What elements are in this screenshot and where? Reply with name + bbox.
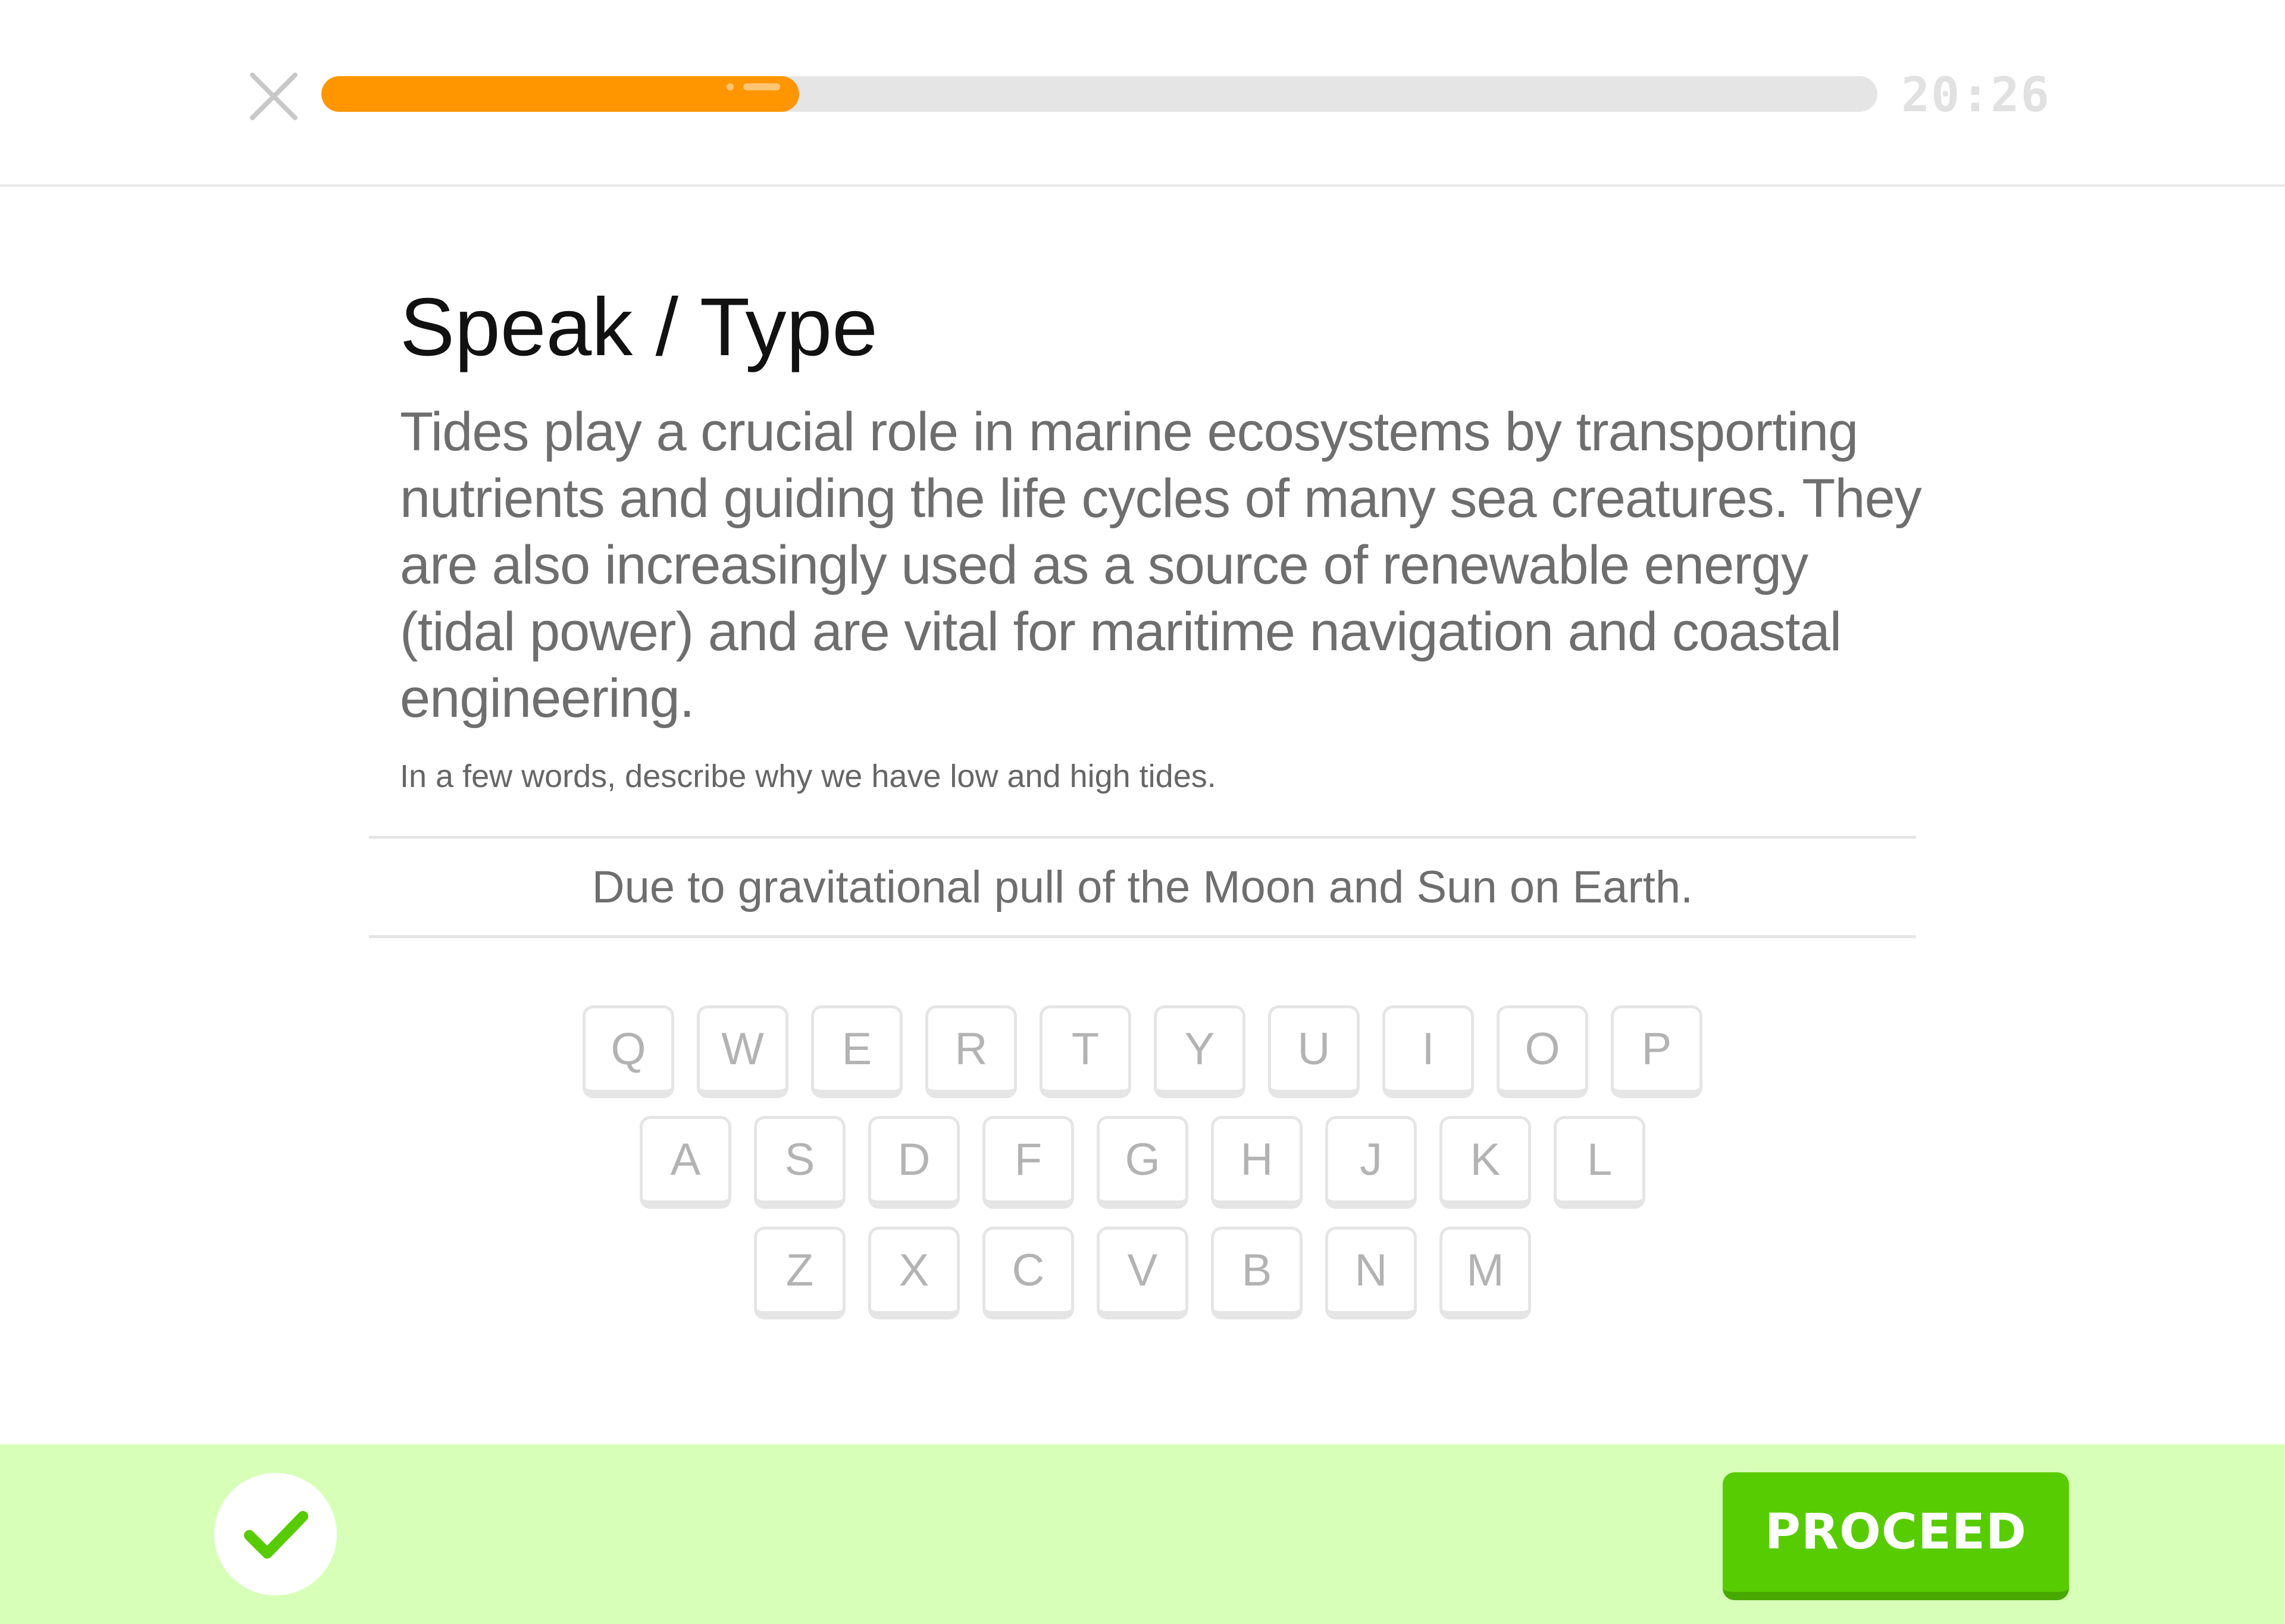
exercise-title: Speak / Type [400, 281, 878, 373]
feedback-footer: PROCEED [0, 1444, 2285, 1624]
question-prompt: In a few words, describe why we have low… [400, 758, 1216, 794]
key-x[interactable]: X [868, 1227, 960, 1319]
progress-highlight [743, 83, 780, 90]
key-i[interactable]: I [1382, 1005, 1474, 1098]
key-p[interactable]: P [1611, 1005, 1702, 1098]
progress-highlight-dot [726, 83, 734, 90]
key-w[interactable]: W [697, 1005, 788, 1098]
key-m[interactable]: M [1439, 1227, 1531, 1319]
progress-bar [321, 76, 1877, 112]
key-q[interactable]: Q [583, 1005, 674, 1098]
passage-text: Tides play a crucial role in marine ecos… [400, 402, 1922, 729]
key-f[interactable]: F [982, 1116, 1074, 1209]
key-y[interactable]: Y [1154, 1005, 1245, 1098]
key-c[interactable]: C [982, 1227, 1074, 1319]
answer-input[interactable]: Due to gravitational pull of the Moon an… [369, 836, 1916, 938]
key-k[interactable]: K [1439, 1116, 1531, 1209]
key-n[interactable]: N [1325, 1227, 1417, 1319]
checkmark-icon [244, 1511, 308, 1559]
key-r[interactable]: R [925, 1005, 1017, 1098]
key-g[interactable]: G [1097, 1116, 1188, 1209]
key-o[interactable]: O [1497, 1005, 1588, 1098]
key-l[interactable]: L [1554, 1116, 1645, 1209]
timer: 20:26 [1901, 67, 2051, 123]
key-v[interactable]: V [1097, 1227, 1188, 1319]
close-button[interactable] [244, 67, 303, 126]
key-z[interactable]: Z [754, 1227, 846, 1319]
keyboard-row-3: Z X C V B N M [0, 1227, 2285, 1319]
key-u[interactable]: U [1268, 1005, 1360, 1098]
proceed-button[interactable]: PROCEED [1723, 1472, 2069, 1600]
key-t[interactable]: T [1040, 1005, 1131, 1098]
progress-bar-fill [321, 76, 799, 112]
key-s[interactable]: S [754, 1116, 846, 1209]
keyboard-row-1: Q W E R T Y U I O P [0, 1005, 2285, 1098]
keyboard-row-2: A S D F G H J K L [0, 1116, 2285, 1209]
key-h[interactable]: H [1211, 1116, 1303, 1209]
correct-badge [214, 1473, 337, 1595]
top-bar: 20:26 [0, 0, 2285, 187]
key-a[interactable]: A [640, 1116, 731, 1209]
key-b[interactable]: B [1211, 1227, 1303, 1319]
close-icon [250, 73, 298, 120]
key-d[interactable]: D [868, 1116, 960, 1209]
key-e[interactable]: E [811, 1005, 903, 1098]
answer-text: Due to gravitational pull of the Moon an… [591, 861, 1694, 913]
key-j[interactable]: J [1325, 1116, 1417, 1209]
